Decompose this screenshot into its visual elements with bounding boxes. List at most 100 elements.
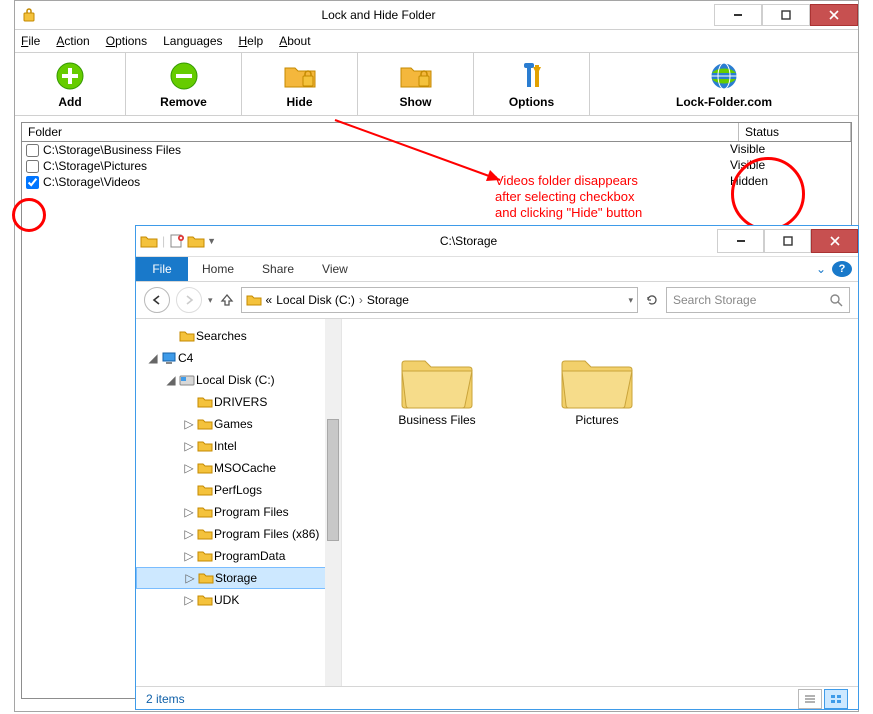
toolbar-label: Remove	[160, 95, 207, 109]
minimize-button[interactable]	[714, 4, 762, 26]
view-icons-button[interactable]	[824, 689, 848, 709]
breadcrumb-folder[interactable]: Storage	[367, 293, 409, 307]
col-status[interactable]: Status	[739, 123, 851, 141]
item-pictures[interactable]: Pictures	[542, 349, 652, 427]
toolbar-options-button[interactable]: Options	[474, 53, 590, 115]
tree-node-intel[interactable]: ▷ Intel	[136, 435, 341, 457]
toolbar-label: Show	[400, 95, 432, 109]
tree-node-local-disk-c-[interactable]: ◢Local Disk (C:)	[136, 369, 341, 391]
tree-twisty[interactable]: ◢	[164, 373, 178, 387]
tree-twisty[interactable]: ▷	[182, 439, 196, 453]
row-path: C:\Storage\Pictures	[43, 159, 147, 173]
folder-icon	[196, 394, 214, 410]
tree-label: ProgramData	[214, 549, 285, 563]
refresh-button[interactable]	[644, 292, 660, 308]
menu-help[interactable]: Help	[239, 34, 264, 48]
tree-node-storage[interactable]: ▷Storage	[136, 567, 341, 589]
ribbon-tabs: File Home Share View ⌄ ?	[136, 256, 858, 282]
tree-node-programdata[interactable]: ▷ ProgramData	[136, 545, 341, 567]
computer-icon	[160, 350, 178, 366]
tree-node-perflogs[interactable]: PerfLogs	[136, 479, 341, 501]
address-dropdown-icon[interactable]: ▾	[628, 295, 633, 306]
tree-node-c4[interactable]: ◢ C4	[136, 347, 341, 369]
plus-green-icon	[55, 59, 85, 93]
search-input[interactable]: Search Storage	[666, 287, 850, 313]
tab-view[interactable]: View	[308, 262, 362, 276]
breadcrumb-prefix: «	[266, 293, 273, 307]
status-text: 2 items	[146, 692, 185, 706]
qat-properties-icon[interactable]	[169, 233, 185, 249]
explorer-window: | ▼ C:\Storage File Home Share View ⌄ ?	[135, 225, 859, 710]
back-button[interactable]	[144, 287, 170, 313]
menu-about[interactable]: About	[279, 34, 310, 48]
explorer-titlebar[interactable]: | ▼ C:\Storage	[136, 226, 858, 256]
qat-newfolder-icon[interactable]	[187, 233, 205, 249]
forward-button[interactable]	[176, 287, 202, 313]
address-bar[interactable]: « Local Disk (C:) › Storage ▾	[241, 287, 638, 313]
row-checkbox[interactable]	[26, 176, 39, 189]
toolbar-add-button[interactable]: Add	[15, 53, 126, 115]
tree-twisty[interactable]: ▷	[182, 505, 196, 519]
content-pane[interactable]: Business Files Pictures	[342, 319, 858, 686]
qat-dropdown-icon[interactable]: ▼	[207, 236, 216, 246]
tree-node-program-files[interactable]: ▷ Program Files	[136, 501, 341, 523]
toolbar-show-button[interactable]: Show	[358, 53, 474, 115]
breadcrumb-separator[interactable]: ›	[359, 293, 363, 307]
quick-access-toolbar: | ▼	[136, 233, 220, 249]
tree-node-games[interactable]: ▷Games	[136, 413, 341, 435]
tree-node-searches[interactable]: Searches	[136, 325, 341, 347]
tree-twisty[interactable]: ◢	[146, 351, 160, 365]
maximize-button[interactable]	[762, 4, 810, 26]
toolbar-lock-folder-com-button[interactable]: Lock-Folder.com	[590, 53, 858, 115]
tree-label: Program Files	[214, 505, 289, 519]
tree-node-drivers[interactable]: DRIVERS	[136, 391, 341, 413]
tree-twisty[interactable]: ▷	[182, 549, 196, 563]
item-business-files[interactable]: Business Files	[382, 349, 492, 427]
expand-ribbon-button[interactable]: ⌄	[810, 262, 832, 276]
menu-options[interactable]: Options	[106, 34, 147, 48]
tree-twisty[interactable]: ▷	[182, 593, 196, 607]
status-bar: 2 items	[136, 686, 858, 711]
row-checkbox[interactable]	[26, 160, 39, 173]
scrollbar-thumb[interactable]	[327, 419, 339, 541]
explorer-close-button[interactable]	[811, 229, 858, 253]
tree-node-msocache[interactable]: ▷MSOCache	[136, 457, 341, 479]
row-checkbox[interactable]	[26, 144, 39, 157]
row-path: C:\Storage\Business Files	[43, 143, 181, 157]
tree-node-program-files-x86-[interactable]: ▷Program Files (x86)	[136, 523, 341, 545]
folder-icon	[178, 328, 196, 344]
tree-label: Intel	[214, 439, 237, 453]
menu-file[interactable]: File	[21, 34, 40, 48]
help-button[interactable]: ?	[832, 261, 852, 277]
tab-file[interactable]: File	[136, 257, 188, 281]
close-button[interactable]	[810, 4, 858, 26]
tree-twisty[interactable]: ▷	[182, 527, 196, 541]
menu-languages[interactable]: Languages	[163, 34, 222, 48]
item-label: Pictures	[542, 413, 652, 427]
folder-icon	[196, 526, 214, 542]
menu-action[interactable]: Action	[56, 34, 89, 48]
sidebar-scrollbar[interactable]	[325, 319, 341, 686]
tree-twisty[interactable]: ▷	[182, 461, 196, 475]
folder-icon	[246, 293, 262, 307]
explorer-maximize-button[interactable]	[764, 229, 811, 253]
annotation-arrow	[330, 115, 510, 195]
main-titlebar[interactable]: Lock and Hide Folder	[15, 1, 858, 30]
search-icon	[829, 293, 843, 307]
tree-node-udk[interactable]: ▷UDK	[136, 589, 341, 611]
view-details-button[interactable]	[798, 689, 822, 709]
breadcrumb-disk[interactable]: Local Disk (C:)	[276, 293, 355, 307]
row-path: C:\Storage\Videos	[43, 175, 140, 189]
toolbar-remove-button[interactable]: Remove	[126, 53, 242, 115]
tree-label: C4	[178, 351, 193, 365]
tab-home[interactable]: Home	[188, 262, 248, 276]
toolbar-hide-button[interactable]: Hide	[242, 53, 358, 115]
tree-twisty[interactable]: ▷	[183, 571, 197, 585]
tree-twisty[interactable]: ▷	[182, 417, 196, 431]
up-button[interactable]	[219, 292, 235, 308]
tab-share[interactable]: Share	[248, 262, 308, 276]
toolbar-label: Lock-Folder.com	[676, 95, 772, 109]
folder-icon	[196, 592, 214, 608]
recent-locations-dropdown[interactable]: ▾	[208, 295, 213, 306]
explorer-minimize-button[interactable]	[717, 229, 764, 253]
